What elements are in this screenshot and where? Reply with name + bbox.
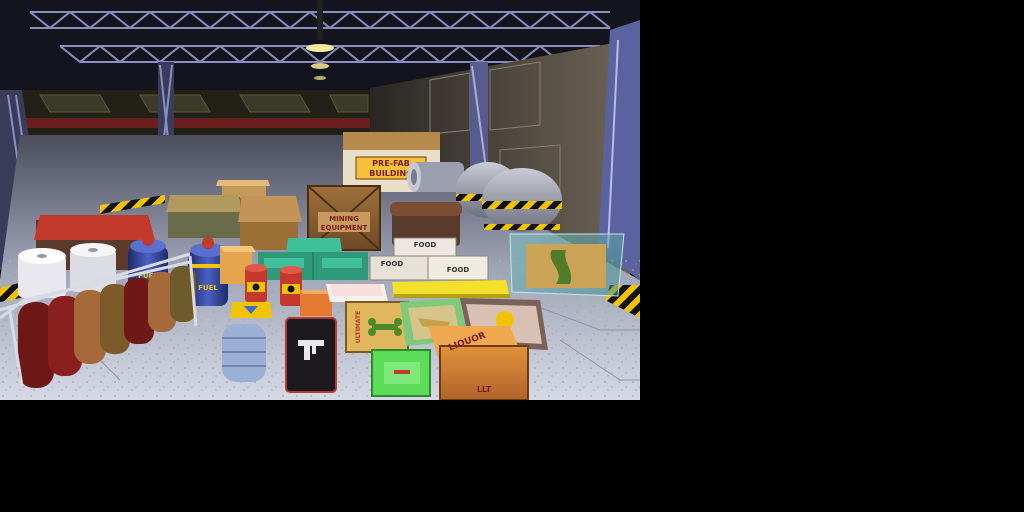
radiation-icon <box>252 283 260 291</box>
liquor-label-line2: LLT <box>477 385 492 394</box>
liquor-crate[interactable]: LIQUOR LLT <box>428 326 529 400</box>
paper-sheets[interactable] <box>326 284 388 302</box>
mining-label-line1: MINING <box>329 215 359 223</box>
radiation-barrel-right[interactable] <box>280 266 302 306</box>
silver-canister[interactable] <box>222 324 266 382</box>
radiation-barrel-left[interactable] <box>245 264 267 302</box>
gold-tag[interactable] <box>230 302 272 318</box>
ultimate-box[interactable]: ULTIMATE <box>345 301 409 353</box>
ultimate-label: ULTIMATE <box>355 311 362 343</box>
metal-cylinder[interactable] <box>407 162 464 192</box>
prefab-label-line1: PRE-FAB <box>372 159 410 168</box>
radiation-icon <box>287 285 295 293</box>
food-label-left: FOOD <box>381 260 404 268</box>
weapon-card[interactable] <box>285 317 337 393</box>
back-wall-red-stripe <box>20 118 370 128</box>
game-viewport[interactable]: PRE-FAB BUILDING MINING EQUIPMENT FOOD F… <box>0 0 640 400</box>
food-crate-left[interactable]: FOOD <box>369 255 433 281</box>
fuel-label-right: FUEL <box>198 284 218 292</box>
warehouse-scene: PRE-FAB BUILDING MINING EQUIPMENT FOOD F… <box>0 0 640 400</box>
olive-crate[interactable] <box>166 195 244 238</box>
food-label-right: FOOD <box>447 266 470 274</box>
glass-display-case[interactable] <box>509 233 625 297</box>
mining-label-line2: EQUIPMENT <box>321 224 368 232</box>
pillar-right-back <box>470 62 488 172</box>
food-crate-right[interactable]: FOOD <box>427 255 489 281</box>
yellow-slab[interactable] <box>392 280 510 298</box>
prefab-label-line2: BUILDING <box>369 169 413 178</box>
minus-bar-icon <box>394 370 410 374</box>
green-plate[interactable] <box>371 349 431 397</box>
hazard-pod-right[interactable] <box>482 168 562 232</box>
food-label-top: FOOD <box>414 241 437 249</box>
